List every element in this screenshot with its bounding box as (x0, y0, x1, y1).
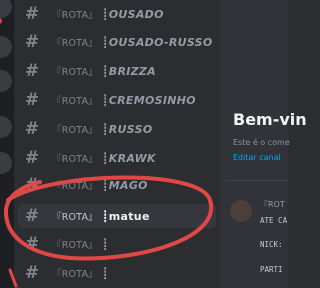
channel-item[interactable]: # 『ROTA』 ┋RUSSO (18, 117, 216, 141)
channel-prefix: 『ROTA』 (52, 67, 98, 78)
channel-prefix: 『ROTA』 (52, 181, 98, 192)
channel-prefix: 『ROTA』 (52, 96, 98, 107)
channel-prefix: 『ROTA』 (52, 38, 98, 49)
hash-icon: # (24, 61, 40, 81)
hash-icon: # (24, 263, 40, 283)
channel-name: ┋OUSADO-RUSSO (101, 35, 213, 49)
channel-item[interactable]: # 『ROTA』 ┋KRAWK (18, 146, 216, 170)
channel-prefix: 『ROTA』 (52, 125, 98, 136)
server-icon[interactable] (0, 0, 12, 24)
channel-item[interactable]: # 『ROTA』 ┋OUSADO (18, 2, 216, 26)
message-text-line: NICK: (260, 240, 283, 249)
server-icon[interactable] (0, 152, 12, 174)
channel-prefix: 『ROTA』 (52, 212, 98, 223)
main-content: Bem-vin Este é o come Editar canal 『ROT … (220, 0, 307, 288)
channel-name: ┋ (101, 237, 109, 251)
channel-list: # 『ROTA』 ┋OUSADO # 『ROTA』 ┋OUSADO-RUSSO # 『ROTA… (14, 0, 220, 288)
channel-item[interactable]: # 『ROTA』 ┋ (18, 261, 216, 285)
message-divider (226, 180, 288, 181)
server-list (0, 0, 14, 288)
server-icon[interactable] (0, 70, 12, 92)
channel-name: ┋MAGO (101, 178, 148, 192)
welcome-description: Este é o come (233, 138, 290, 147)
hash-icon: # (24, 206, 40, 226)
channel-prefix: 『ROTA』 (52, 269, 98, 280)
channel-item[interactable]: # 『ROTA』 ┋BRIZZA (18, 59, 216, 83)
channel-prefix: 『ROTA』 (52, 154, 98, 165)
channel-prefix: 『ROTA』 (52, 240, 98, 251)
channel-name: ┋BRIZZA (101, 64, 156, 78)
avatar[interactable] (230, 200, 252, 222)
hash-icon: # (24, 90, 40, 110)
channel-item[interactable]: # 『ROTA』 ┋MAGO (18, 173, 216, 197)
message-text-line: ATE CA (260, 216, 288, 225)
hash-icon: # (24, 4, 40, 24)
edit-channel-link[interactable]: Editar canal (233, 153, 281, 162)
message-text-line: PARTI (260, 265, 283, 274)
message-author[interactable]: 『ROT (260, 199, 285, 210)
channel-item[interactable]: # 『ROTA』 ┋OUSADO-RUSSO (18, 30, 216, 54)
channel-name: ┋matue (101, 209, 150, 223)
server-icon[interactable] (0, 116, 12, 138)
hash-icon: # (24, 32, 40, 52)
channel-item[interactable]: # 『ROTA』 ┋matue (18, 204, 216, 228)
channel-item[interactable]: # 『ROTA』 ┋ (18, 232, 216, 256)
hash-icon: # (24, 119, 40, 139)
channel-name: ┋KRAWK (101, 151, 156, 165)
notification-badge (0, 18, 2, 24)
channel-prefix: 『ROTA』 (52, 10, 98, 21)
channel-name: ┋RUSSO (101, 122, 153, 136)
channel-name: ┋ (101, 266, 109, 280)
hash-icon: # (24, 148, 40, 168)
channel-name: ┋OUSADO (101, 7, 164, 21)
welcome-title: Bem-vin (233, 110, 307, 129)
hash-icon: # (24, 234, 40, 254)
channel-item[interactable]: # 『ROTA』 ┋CREMOSINHO (18, 88, 216, 112)
hash-icon: # (24, 175, 40, 195)
channel-name: ┋CREMOSINHO (101, 93, 196, 107)
server-icon[interactable] (0, 36, 12, 58)
